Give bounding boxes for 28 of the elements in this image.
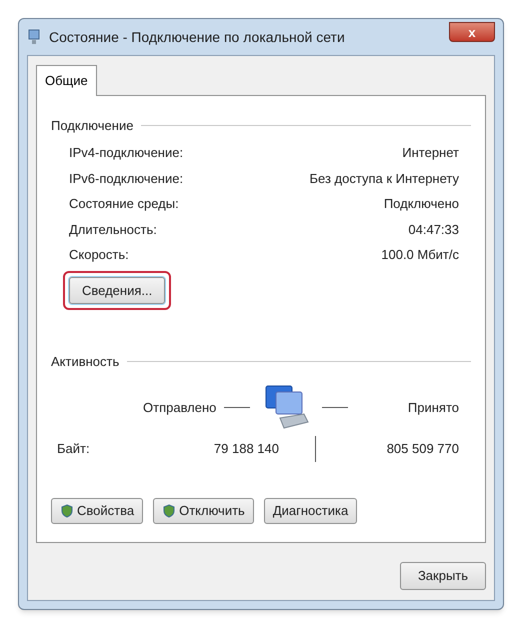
field-value: 100.0 Мбит/с <box>381 246 459 264</box>
received-label: Принято <box>408 398 459 417</box>
close-dialog-button[interactable]: Закрыть <box>400 562 486 590</box>
tab[interactable]: Общие <box>36 65 97 96</box>
action-button[interactable]: Диагностика <box>264 498 358 524</box>
field-label: IPv4-подключение: <box>69 144 184 162</box>
close-button[interactable]: x <box>449 22 495 42</box>
field-label: IPv6-подключение: <box>69 170 184 188</box>
network-icon <box>27 29 41 45</box>
shield-icon <box>162 504 176 518</box>
bytes-label: Байт: <box>57 440 91 458</box>
received-bytes: 805 509 770 <box>386 440 459 458</box>
section-heading: Активность <box>51 353 120 371</box>
sent-bytes: 79 188 140 <box>212 440 279 458</box>
action-button[interactable]: Отключить <box>153 498 254 524</box>
sent-label: Отправлено <box>143 398 216 417</box>
section-heading: Подключение <box>51 116 134 135</box>
field-value: Без доступа к Интернету <box>309 170 459 188</box>
field-label: Длительность: <box>69 220 157 239</box>
window-title: Состояние - Подключение по локальной сети <box>49 28 345 47</box>
shield-icon <box>60 504 74 518</box>
action-button[interactable]: Свойства <box>51 498 144 524</box>
field-value: 04:47:33 <box>408 220 459 238</box>
field-label: Скорость: <box>69 246 129 264</box>
field-value: Интернет <box>402 144 459 162</box>
details-button[interactable]: Сведения... <box>69 276 166 304</box>
field-value: Подключено <box>384 195 459 213</box>
field-label: Состояние среды: <box>69 195 179 213</box>
